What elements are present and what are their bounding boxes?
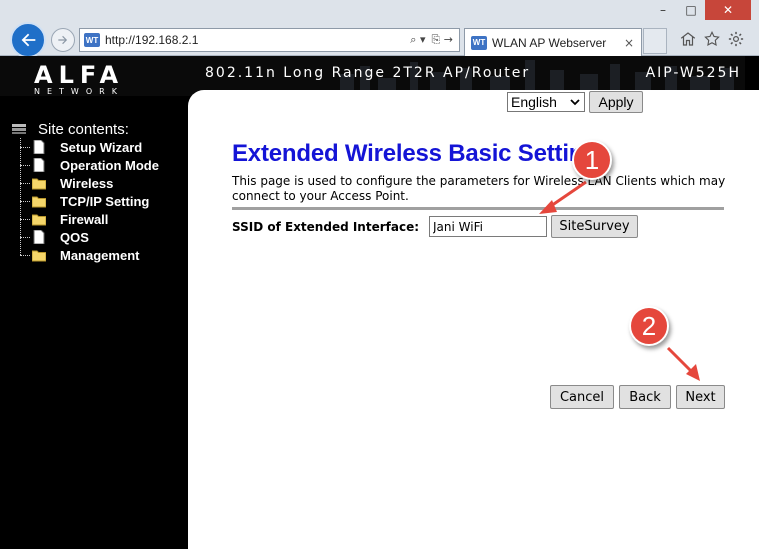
sidebar-item-qos[interactable]: QOS <box>20 228 159 246</box>
sidebar-item-management[interactable]: Management <box>20 246 159 264</box>
language-selected-value[interactable]: English <box>511 94 557 110</box>
arrow-left-icon <box>21 33 36 47</box>
sidebar-item-label[interactable]: Firewall <box>60 212 108 227</box>
folder-icon <box>32 250 46 262</box>
chevron-down-icon[interactable] <box>568 95 582 109</box>
banner-model: AIP-W525H <box>645 65 741 81</box>
sidebar-item-tcpip-setting[interactable]: TCP/IP Setting <box>20 192 159 210</box>
folder-icon <box>32 178 46 190</box>
page-icon <box>33 230 45 244</box>
home-icon[interactable] <box>679 30 697 48</box>
ssid-label: SSID of Extended Interface: <box>232 220 420 234</box>
sidebar-item-label[interactable]: Setup Wizard <box>60 140 142 155</box>
right-margin <box>745 90 759 549</box>
page-icon <box>33 158 45 172</box>
sidebar-item-wireless[interactable]: Wireless <box>20 174 159 192</box>
sidebar-item-label[interactable]: Operation Mode <box>60 158 159 173</box>
compat-refresh-icon[interactable]: ⎘ → <box>431 33 453 47</box>
folder-icon <box>32 196 46 208</box>
back-button[interactable]: Back <box>619 385 671 409</box>
gear-icon[interactable] <box>727 30 745 48</box>
folder-icon <box>32 214 46 226</box>
step-1-badge: 1 <box>572 140 612 180</box>
favorites-star-icon[interactable] <box>703 30 721 48</box>
search-dropdown-icon[interactable]: ⌕ ▾ <box>410 33 425 47</box>
tree-items: Setup Wizard Operation Mode Wireless TCP… <box>20 138 159 264</box>
step-2-badge: 2 <box>629 306 669 346</box>
language-select[interactable]: English <box>507 92 585 112</box>
toolbar-icons <box>679 30 745 48</box>
router-page: ALFA NETWORK 802.11n Long Range 2T2R AP/… <box>0 56 759 549</box>
browser-forward-button[interactable] <box>51 28 75 52</box>
banner-title: 802.11n Long Range 2T2R AP/Router <box>205 65 531 81</box>
minimize-button[interactable]: – <box>649 0 677 20</box>
sidebar-item-label[interactable]: QOS <box>60 230 89 245</box>
sidebar-item-firewall[interactable]: Firewall <box>20 210 159 228</box>
url-text[interactable]: http://192.168.2.1 <box>105 33 410 47</box>
sidebar-tree: Site contents: Setup Wizard Operation Mo… <box>12 120 159 264</box>
page-title: Extended Wireless Basic Setting <box>232 140 598 167</box>
apply-button[interactable]: Apply <box>589 91 643 113</box>
browser-chrome: – □ ✕ WT http://192.168.2.1 ⌕ ▾ ⎘ → WT W… <box>0 0 759 58</box>
maximize-button[interactable]: □ <box>677 0 705 20</box>
sidebar-item-label[interactable]: Wireless <box>60 176 113 191</box>
new-tab-button[interactable] <box>643 28 667 54</box>
tab-close-icon[interactable]: × <box>624 36 641 50</box>
tree-root-label: Site contents: <box>38 120 129 138</box>
alfa-logo: ALFA <box>34 61 125 89</box>
computer-icon <box>12 124 26 134</box>
address-bar[interactable]: WT http://192.168.2.1 ⌕ ▾ ⎘ → <box>79 28 460 52</box>
window-controls: – □ ✕ <box>649 0 751 20</box>
tab-favicon-icon: WT <box>471 35 487 50</box>
next-button[interactable]: Next <box>676 385 725 409</box>
browser-back-button[interactable] <box>10 22 46 58</box>
sidebar-item-setup-wizard[interactable]: Setup Wizard <box>20 138 159 156</box>
tab-wlan-ap-webserver[interactable]: WT WLAN AP Webserver × <box>464 28 642 56</box>
tab-title: WLAN AP Webserver <box>492 35 607 50</box>
tree-root: Site contents: <box>12 120 159 138</box>
close-window-button[interactable]: ✕ <box>705 0 751 20</box>
alfa-logo-subtitle: NETWORK <box>34 87 124 96</box>
sitesurvey-button[interactable]: SiteSurvey <box>551 215 638 238</box>
ssid-input[interactable] <box>429 216 547 237</box>
page-description: This page is used to configure the param… <box>232 174 726 203</box>
sidebar-item-label[interactable]: Management <box>60 248 139 263</box>
cancel-button[interactable]: Cancel <box>550 385 614 409</box>
page-icon <box>33 140 45 154</box>
section-divider <box>232 207 724 210</box>
address-bar-actions[interactable]: ⌕ ▾ ⎘ → <box>410 33 459 47</box>
arrow-right-icon <box>58 35 68 45</box>
sidebar-item-label[interactable]: TCP/IP Setting <box>60 194 149 209</box>
sidebar-item-operation-mode[interactable]: Operation Mode <box>20 156 159 174</box>
site-favicon-icon: WT <box>84 33 100 47</box>
